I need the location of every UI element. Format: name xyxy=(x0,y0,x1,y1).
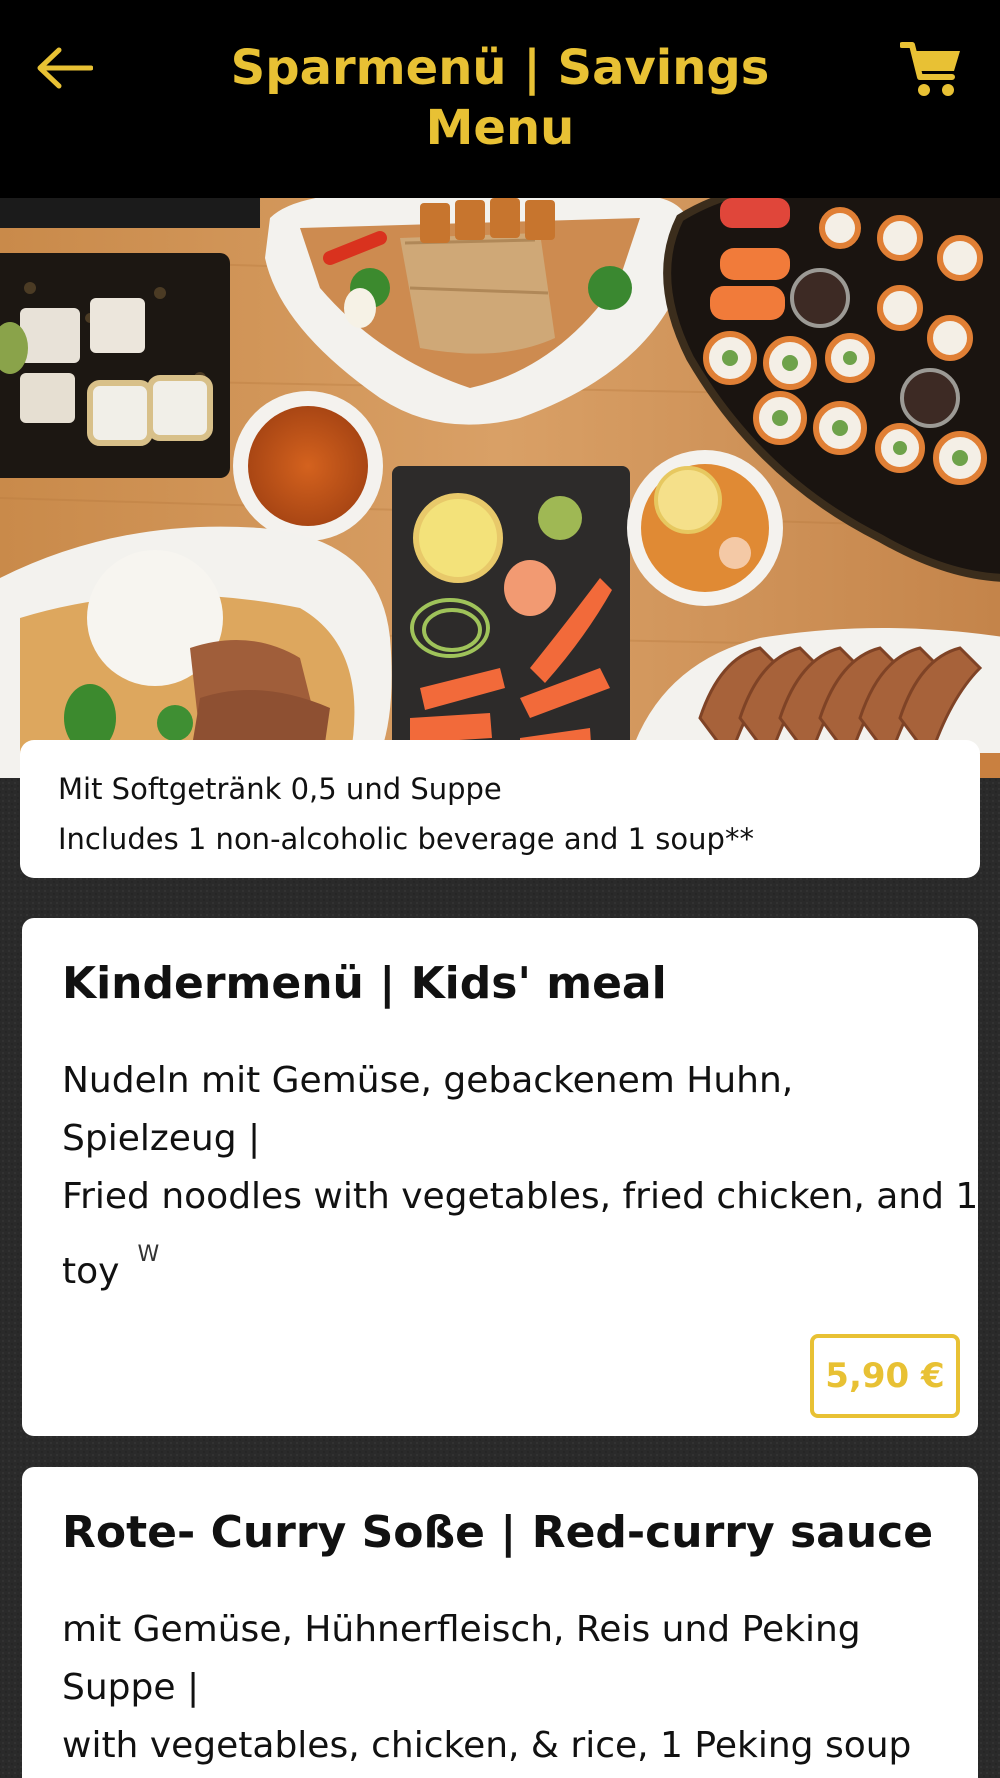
menu-item-description: mit Gemüse, Hühnerfleisch, Reis und Peki… xyxy=(62,1601,938,1775)
allergen-code: W xyxy=(137,1242,160,1267)
page-title: Sparmenü | Savings Menu xyxy=(230,40,770,156)
description-line: toy W xyxy=(62,1226,938,1301)
arrow-left-icon xyxy=(37,47,93,89)
menu-item-title: Rote- Curry Soße | Red-curry sauce xyxy=(62,1507,934,1558)
menu-notice: Mit Softgetränk 0,5 und Suppe Includes 1… xyxy=(20,740,980,878)
app-header: Sparmenü | Savings Menu xyxy=(0,0,1000,198)
description-last-word: toy xyxy=(62,1251,120,1292)
food-spread-photo xyxy=(0,198,1000,778)
notice-line-en: Includes 1 non-alcoholic beverage and 1 … xyxy=(58,822,754,856)
hero-image xyxy=(0,198,1000,778)
description-line: Spielzeug | xyxy=(62,1118,261,1159)
price-button[interactable]: 5,90 € xyxy=(810,1334,960,1418)
menu-item-card[interactable]: Rote- Curry Soße | Red-curry sauce mit G… xyxy=(22,1467,978,1778)
notice-line-de: Mit Softgetränk 0,5 und Suppe xyxy=(58,772,502,806)
menu-item-card[interactable]: Kindermenü | Kids' meal Nudeln mit Gemüs… xyxy=(22,918,978,1436)
back-button[interactable] xyxy=(32,40,96,96)
page: Sparmenü | Savings Menu Mit Softgetränk … xyxy=(0,0,1000,1778)
description-line: Nudeln mit Gemüse, gebackenem Huhn, xyxy=(62,1060,794,1101)
description-line: Fried noodles with vegetables, fried chi… xyxy=(62,1176,979,1217)
description-line: mit Gemüse, Hühnerfleisch, Reis und Peki… xyxy=(62,1609,861,1650)
cart-button[interactable] xyxy=(898,36,964,102)
menu-item-description: Nudeln mit Gemüse, gebackenem Huhn, Spie… xyxy=(62,1052,979,1301)
description-line: Suppe | xyxy=(62,1667,200,1708)
menu-item-title: Kindermenü | Kids' meal xyxy=(62,958,667,1009)
shopping-cart-icon xyxy=(900,42,960,96)
description-line: with vegetables, chicken, & rice, 1 Peki… xyxy=(62,1725,912,1766)
